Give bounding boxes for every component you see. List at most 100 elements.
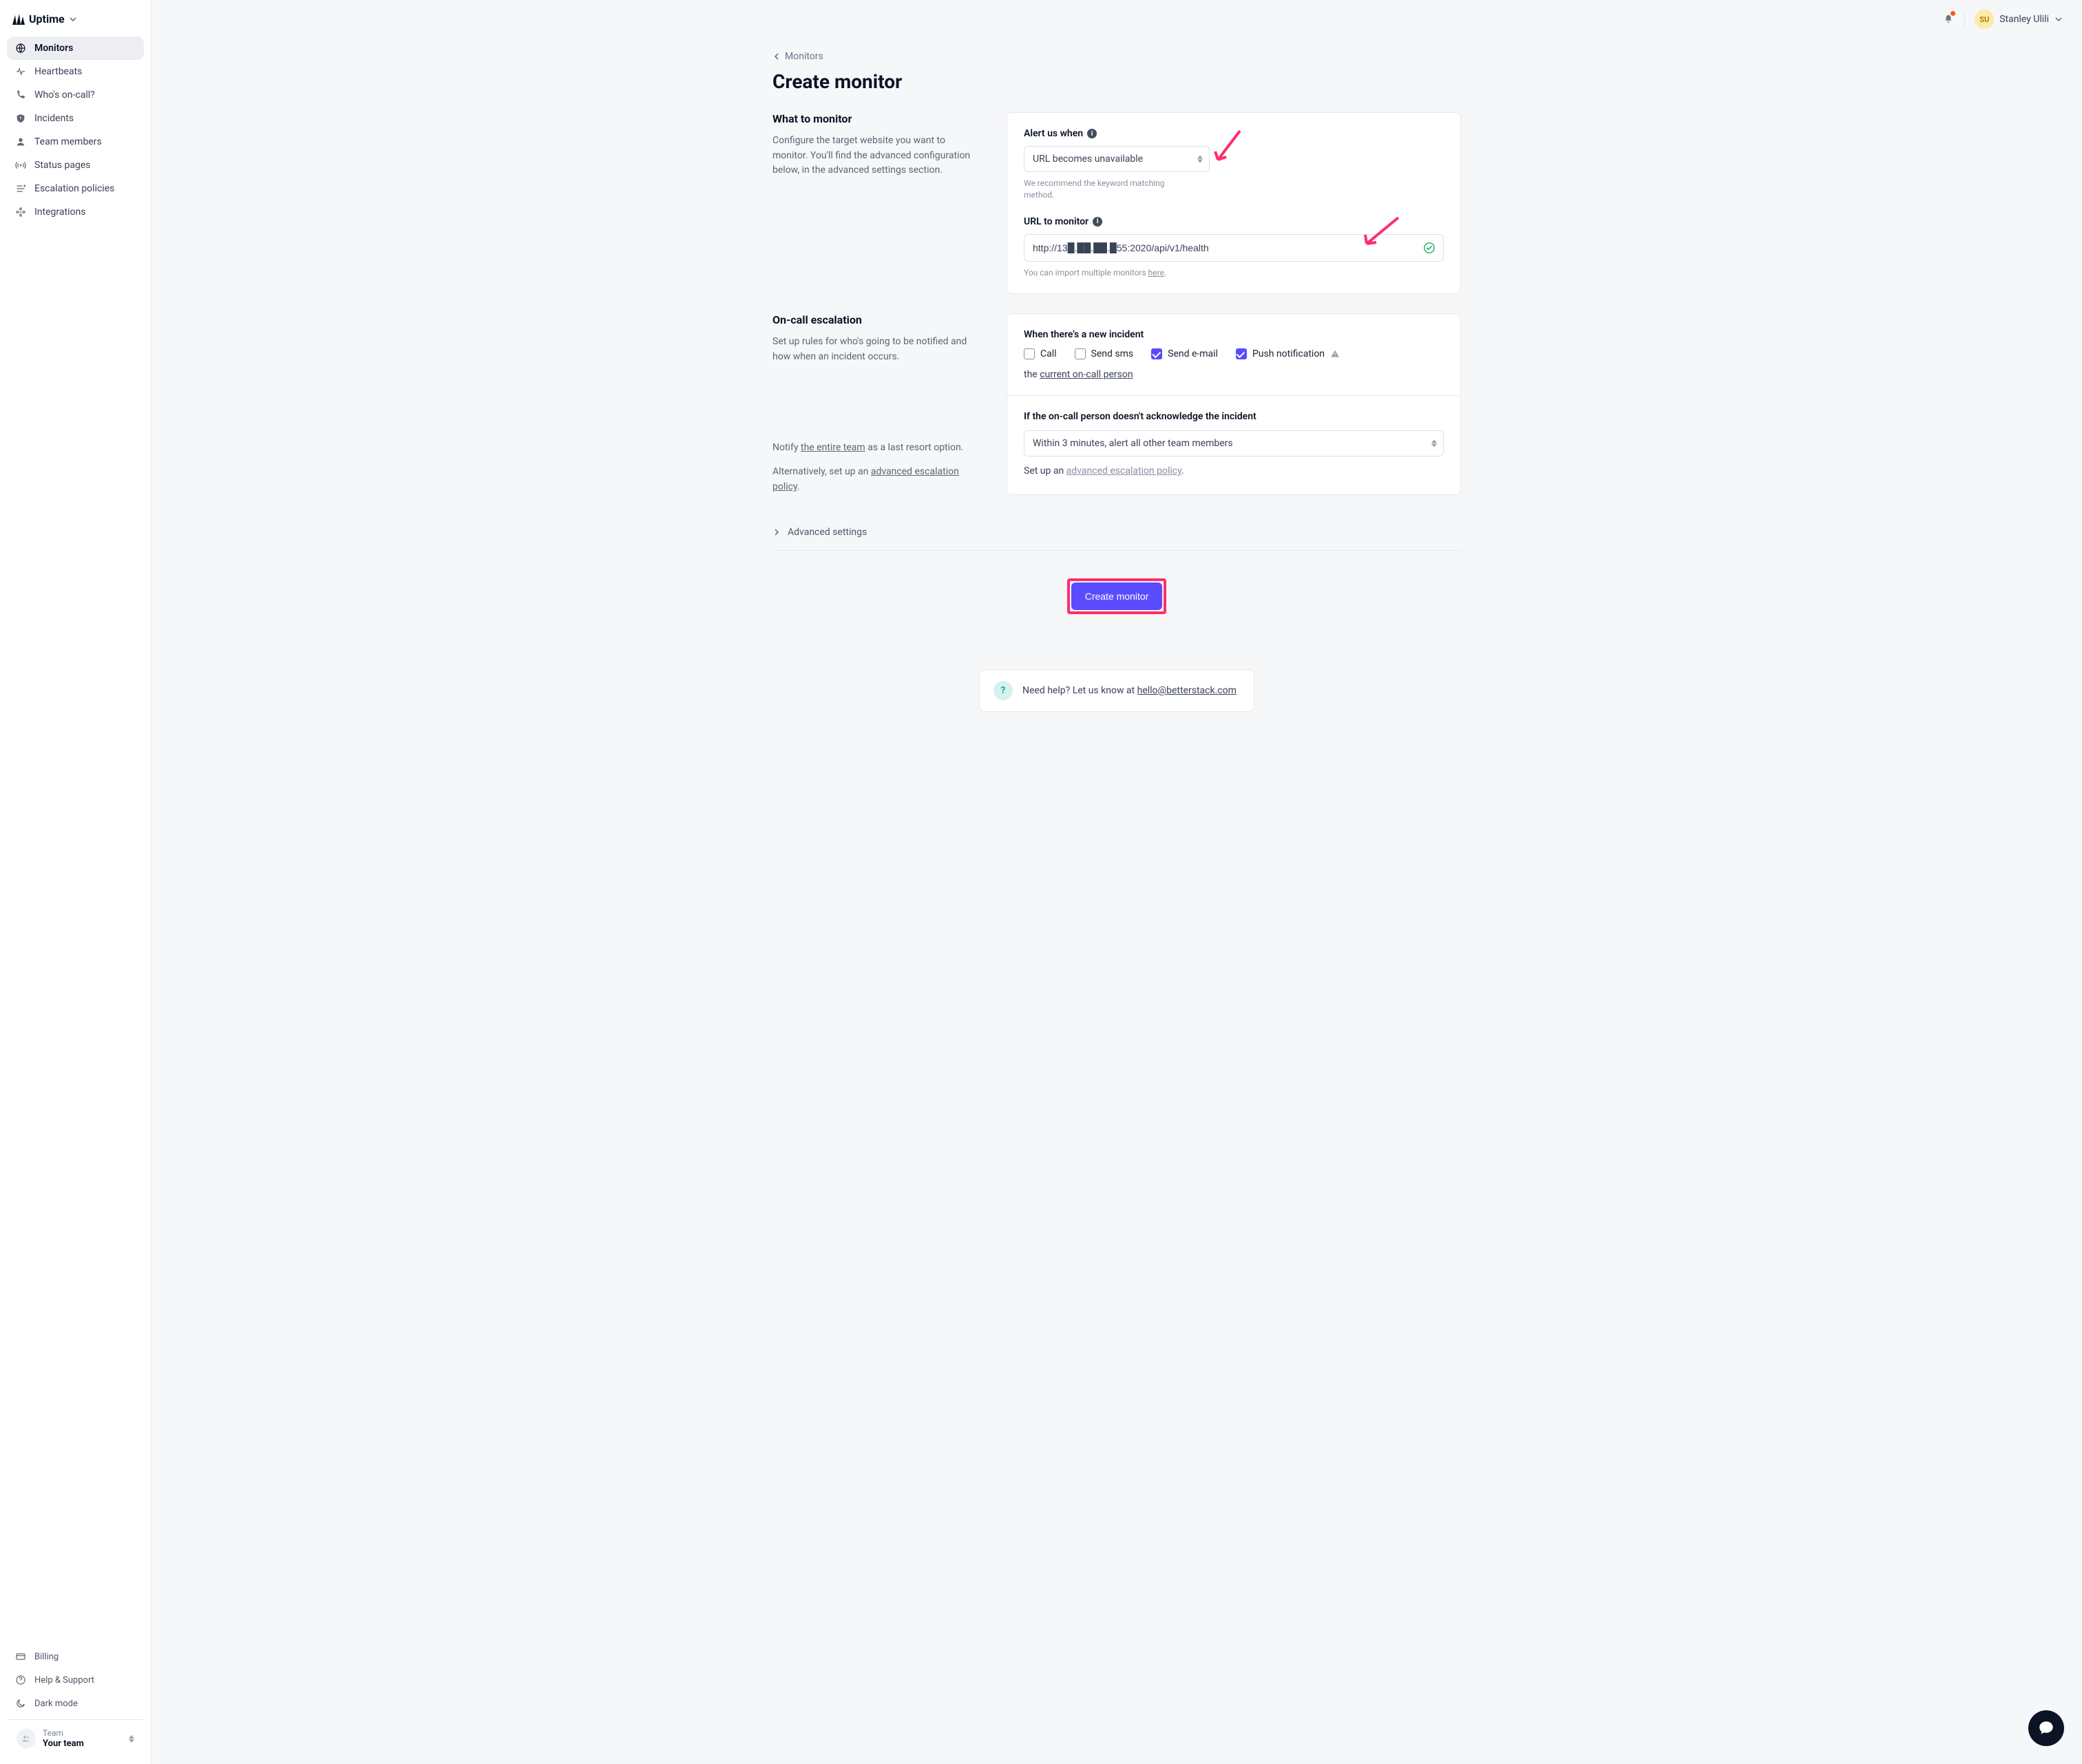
incident-heading: When there's a new incident xyxy=(1024,329,1444,340)
alert-helper: We recommend the keyword matching method… xyxy=(1024,178,1182,201)
url-label: URL to monitor xyxy=(1024,216,1089,227)
globe-icon xyxy=(15,43,26,54)
nav-label: Dark mode xyxy=(34,1699,78,1709)
nav-billing[interactable]: Billing xyxy=(7,1645,144,1668)
url-helper: You can import multiple monitors here. xyxy=(1024,267,1444,279)
topbar: SU Stanley Ulili xyxy=(151,0,2082,39)
user-name: Stanley Ulili xyxy=(1999,14,2049,25)
ack-select[interactable]: Within 3 minutes, alert all other team m… xyxy=(1024,430,1444,456)
stepper-icon xyxy=(1197,156,1203,163)
url-input[interactable] xyxy=(1024,234,1444,262)
cb-call[interactable]: Call xyxy=(1024,348,1057,359)
chevron-down-icon xyxy=(69,15,77,23)
nav-escalation[interactable]: Escalation policies xyxy=(7,177,144,200)
nav-label: Billing xyxy=(34,1652,59,1662)
annotation-highlight: Create monitor xyxy=(1067,578,1167,614)
advanced-settings-toggle[interactable]: Advanced settings xyxy=(772,514,1461,551)
nav-label: Incidents xyxy=(34,113,74,124)
chevron-left-icon xyxy=(772,52,781,61)
team-text: Team Your team xyxy=(43,1728,84,1749)
shield-icon xyxy=(15,113,26,124)
alt-text: Alternatively, set up an advanced escala… xyxy=(772,465,979,494)
breadcrumb-text: Monitors xyxy=(785,51,823,62)
advanced-label: Advanced settings xyxy=(788,527,867,538)
section-title: On-call escalation xyxy=(772,313,979,326)
current-person-link[interactable]: current on-call person xyxy=(1040,369,1133,380)
page-title: Create monitor xyxy=(772,70,1461,93)
brand-logo[interactable]: Uptime xyxy=(12,12,77,25)
sidebar-header: Uptime xyxy=(0,0,151,32)
moon-icon xyxy=(15,1698,26,1709)
stepper-icon xyxy=(1431,440,1437,448)
alert-label: Alert us when xyxy=(1024,128,1083,139)
ack-heading: If the on-call person doesn't acknowledg… xyxy=(1024,411,1444,422)
nav-incidents[interactable]: Incidents xyxy=(7,107,144,130)
main: SU Stanley Ulili Monitors Create monitor… xyxy=(151,0,2082,1764)
cb-email[interactable]: Send e-mail xyxy=(1151,348,1218,359)
nav-status[interactable]: Status pages xyxy=(7,154,144,177)
help-badge-icon: ? xyxy=(993,681,1013,700)
logo-icon xyxy=(12,14,25,25)
list-icon xyxy=(15,183,26,194)
phone-icon xyxy=(15,90,26,101)
nav-label: Status pages xyxy=(34,160,91,171)
nav-label: Help & Support xyxy=(34,1675,94,1686)
warning-icon xyxy=(1330,349,1340,359)
chat-icon xyxy=(2037,1719,2055,1737)
nav-label: Who's on-call? xyxy=(34,90,95,101)
cb-push[interactable]: Push notification xyxy=(1236,348,1340,359)
help-text: Need help? Let us know at xyxy=(1022,685,1137,696)
user-avatar: SU xyxy=(1975,10,1994,29)
nav-label: Heartbeats xyxy=(34,66,82,77)
chevron-right-icon xyxy=(772,528,781,536)
notifications-button[interactable] xyxy=(1942,12,1955,27)
team-caption: Team xyxy=(43,1728,84,1738)
activity-icon xyxy=(15,66,26,77)
section-title: What to monitor xyxy=(772,112,979,125)
sidebar-nav: Monitors Heartbeats Who's on-call? Incid… xyxy=(0,32,151,228)
sidebar-bottom: Billing Help & Support Dark mode Team Yo… xyxy=(0,1641,151,1764)
nav-darkmode[interactable]: Dark mode xyxy=(7,1692,144,1715)
notify-text: Notify the entire team as a last resort … xyxy=(772,441,979,456)
nav-label: Integrations xyxy=(34,207,85,218)
stepper-icon xyxy=(129,1735,134,1743)
chat-fab[interactable] xyxy=(2028,1710,2064,1746)
notify-team-link[interactable]: the entire team xyxy=(801,442,865,453)
check-circle-icon xyxy=(1423,242,1436,254)
help-email-link[interactable]: hello@betterstack.com xyxy=(1137,685,1237,696)
ack-policy-link[interactable]: advanced escalation policy xyxy=(1066,465,1181,476)
team-name: Your team xyxy=(43,1739,84,1749)
team-avatar xyxy=(17,1729,36,1748)
nav-label: Escalation policies xyxy=(34,183,114,194)
cb-sms[interactable]: Send sms xyxy=(1075,348,1134,359)
nav-monitors[interactable]: Monitors xyxy=(7,36,144,60)
chevron-down-icon xyxy=(2054,15,2063,23)
team-switcher[interactable]: Team Your team xyxy=(7,1719,144,1757)
nav-heartbeats[interactable]: Heartbeats xyxy=(7,60,144,83)
info-icon[interactable]: i xyxy=(1093,217,1102,227)
brand-name: Uptime xyxy=(29,12,65,25)
section-desc: Configure the target website you want to… xyxy=(772,134,979,178)
nav-integrations[interactable]: Integrations xyxy=(7,200,144,224)
nav-oncall[interactable]: Who's on-call? xyxy=(7,83,144,107)
user-icon xyxy=(15,136,26,147)
import-link[interactable]: here xyxy=(1148,268,1164,277)
integrations-icon xyxy=(15,207,26,218)
people-icon xyxy=(21,1733,32,1744)
divider xyxy=(1964,12,1965,27)
help-card: ? Need help? Let us know at hello@better… xyxy=(979,669,1254,712)
breadcrumb[interactable]: Monitors xyxy=(772,45,1461,67)
alert-type-select[interactable]: URL becomes unavailable xyxy=(1024,146,1210,172)
ack-helper: Set up an advanced escalation policy. xyxy=(1024,465,1444,479)
card-icon xyxy=(15,1651,26,1662)
create-monitor-button[interactable]: Create monitor xyxy=(1071,582,1163,610)
sidebar: Uptime Monitors Heartbeats Who's on-call… xyxy=(0,0,151,1764)
nav-team[interactable]: Team members xyxy=(7,130,144,154)
broadcast-icon xyxy=(15,160,26,171)
nav-help[interactable]: Help & Support xyxy=(7,1668,144,1692)
user-menu[interactable]: SU Stanley Ulili xyxy=(1975,10,2063,29)
section-desc: Set up rules for who's going to be notif… xyxy=(772,335,979,364)
nav-label: Monitors xyxy=(34,43,73,54)
current-person-text: the current on-call person xyxy=(1024,369,1444,380)
info-icon[interactable]: i xyxy=(1087,129,1097,138)
